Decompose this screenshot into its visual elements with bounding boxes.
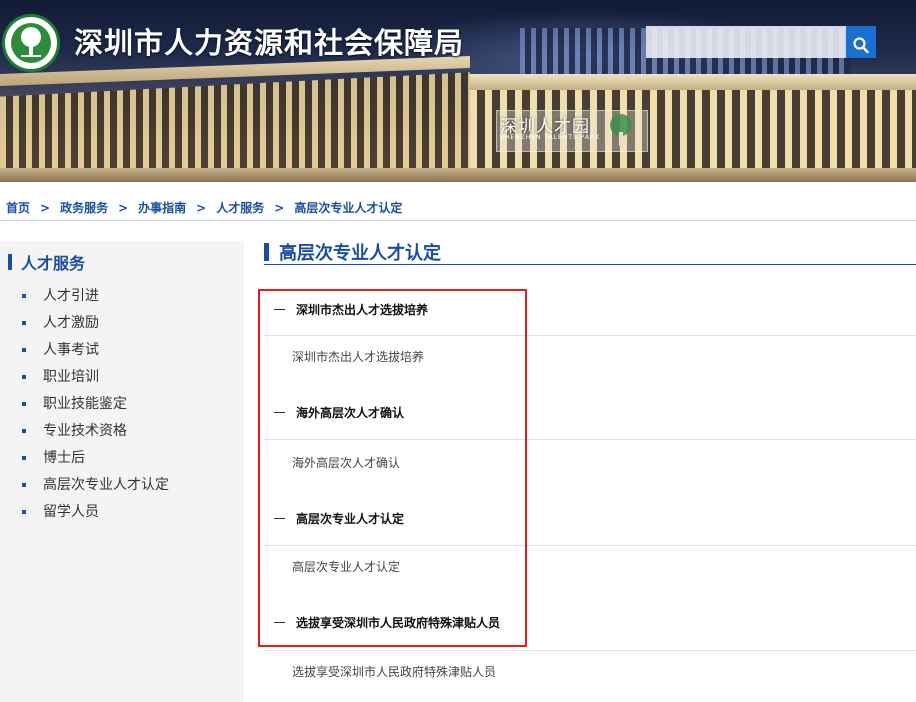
header-banner: 深圳人才园 SHENZHEN TALENTS PARK 深圳市人力资源和社会保障… <box>0 0 916 182</box>
sidebar-title-text: 人才服务 <box>21 254 86 273</box>
sidebar-item-label[interactable]: 博士后 <box>43 447 85 469</box>
section-header-outstanding-talent[interactable]: 深圳市杰出人才选拔培养 <box>264 289 916 329</box>
page-title-divider <box>264 264 916 265</box>
breadcrumb-talent-services[interactable]: 人才服务 <box>216 199 264 216</box>
bullet-icon <box>22 293 26 298</box>
breadcrumb-separator: > <box>274 200 285 215</box>
search-input[interactable] <box>646 26 846 58</box>
collapse-icon[interactable] <box>274 517 285 519</box>
sidebar-item-personnel-exam[interactable]: 人事考试 <box>20 336 169 363</box>
breadcrumb-divider <box>0 220 916 221</box>
bullet-icon <box>22 320 26 325</box>
breadcrumb-current[interactable]: 高层次专业人才认定 <box>294 199 402 216</box>
breadcrumb: 首页 > 政务服务 > 办事指南 > 人才服务 > 高层次专业人才认定 <box>6 199 402 216</box>
section-link[interactable]: 高层次专业人才认定 <box>292 558 400 575</box>
section-divider <box>264 545 916 546</box>
bullet-icon <box>22 455 26 460</box>
breadcrumb-separator: > <box>196 200 207 215</box>
bullet-icon <box>22 401 26 406</box>
sidebar-item-label[interactable]: 职业技能鉴定 <box>43 393 127 415</box>
search-icon <box>853 37 869 54</box>
bullet-icon <box>22 428 26 433</box>
tree-icon <box>610 114 632 146</box>
section-divider <box>264 650 916 651</box>
sidebar-item-high-level-talent[interactable]: 高层次专业人才认定 <box>20 471 169 498</box>
bullet-icon <box>22 347 26 352</box>
sidebar-item-talent-introduction[interactable]: 人才引进 <box>20 282 169 309</box>
sidebar-item-label[interactable]: 高层次专业人才认定 <box>43 474 169 496</box>
section-heading: 选拔享受深圳市人民政府特殊津贴人员 <box>296 615 501 630</box>
logo-tree-icon <box>21 27 41 57</box>
section-link[interactable]: 选拔享受深圳市人民政府特殊津贴人员 <box>292 663 496 680</box>
banner-ground <box>0 168 916 182</box>
section-heading: 深圳市杰出人才选拔培养 <box>296 302 429 317</box>
breadcrumb-separator: > <box>118 200 129 215</box>
breadcrumb-service-guide[interactable]: 办事指南 <box>138 199 186 216</box>
section-divider <box>264 439 916 440</box>
banner-sign-subtext: SHENZHEN TALENTS PARK <box>500 134 601 141</box>
section-divider <box>264 335 916 336</box>
search-button[interactable] <box>846 26 876 58</box>
sidebar-title-bar <box>8 254 12 270</box>
sidebar-item-label[interactable]: 人才激励 <box>43 312 99 334</box>
sidebar-title: 人才服务 <box>8 250 85 274</box>
section-header-high-level-talent[interactable]: 高层次专业人才认定 <box>264 498 916 538</box>
bullet-icon <box>22 509 26 514</box>
banner-right-roof <box>470 74 916 90</box>
sidebar-item-label[interactable]: 留学人员 <box>43 501 99 523</box>
sidebar-item-professional-qualification[interactable]: 专业技术资格 <box>20 417 169 444</box>
bullet-icon <box>22 482 26 487</box>
collapse-icon[interactable] <box>274 308 285 310</box>
breadcrumb-government-services[interactable]: 政务服务 <box>60 199 108 216</box>
section-heading: 高层次专业人才认定 <box>296 511 405 526</box>
page-title: 高层次专业人才认定 <box>264 239 441 265</box>
sidebar-item-label[interactable]: 人事考试 <box>43 339 99 361</box>
section-link[interactable]: 海外高层次人才确认 <box>292 454 400 471</box>
page-title-text: 高层次专业人才认定 <box>279 243 441 264</box>
collapse-icon[interactable] <box>274 411 285 413</box>
sidebar-item-label[interactable]: 人才引进 <box>43 285 99 307</box>
sidebar-item-label[interactable]: 职业培训 <box>43 366 99 388</box>
site-logo[interactable] <box>2 14 60 72</box>
collapse-icon[interactable] <box>274 621 285 623</box>
sidebar-item-postdoctoral[interactable]: 博士后 <box>20 444 169 471</box>
section-header-overseas-talent[interactable]: 海外高层次人才确认 <box>264 392 916 432</box>
site-title[interactable]: 深圳市人力资源和社会保障局 <box>74 20 464 62</box>
section-header-special-allowance[interactable]: 选拔享受深圳市人民政府特殊津贴人员 <box>264 602 916 642</box>
bullet-icon <box>22 374 26 379</box>
sidebar-item-vocational-training[interactable]: 职业培训 <box>20 363 169 390</box>
breadcrumb-separator: > <box>40 200 51 215</box>
section-link[interactable]: 深圳市杰出人才选拔培养 <box>292 348 424 365</box>
sidebar-item-talent-incentive[interactable]: 人才激励 <box>20 309 169 336</box>
sidebar-item-overseas-students[interactable]: 留学人员 <box>20 498 169 525</box>
page-title-bar <box>264 243 269 261</box>
sidebar-nav: 人才引进 人才激励 人事考试 职业培训 职业技能鉴定 专业技术资格 博士后 高层… <box>20 282 169 525</box>
sidebar-item-label[interactable]: 专业技术资格 <box>43 420 127 442</box>
section-heading: 海外高层次人才确认 <box>296 405 405 420</box>
breadcrumb-home[interactable]: 首页 <box>6 199 30 216</box>
sidebar-item-skill-appraisal[interactable]: 职业技能鉴定 <box>20 390 169 417</box>
